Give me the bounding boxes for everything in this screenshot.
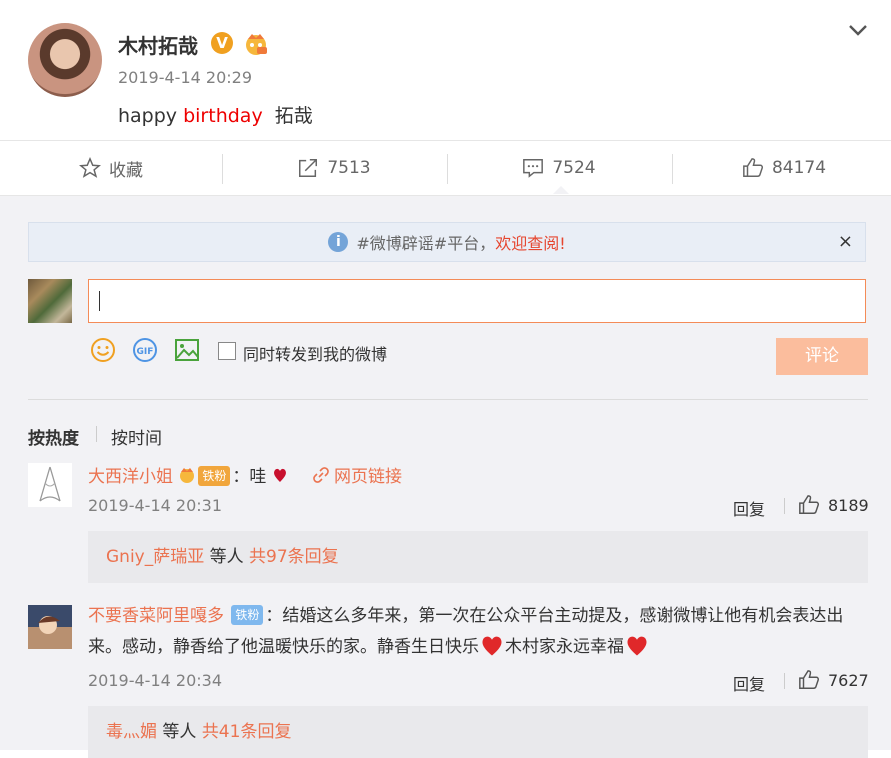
sub-reply-mid: 等人 xyxy=(204,547,250,567)
comment-separator: ： xyxy=(232,467,250,487)
info-icon: i xyxy=(328,232,349,252)
comment-username[interactable]: 大西洋小姐 xyxy=(88,467,173,487)
sort-by-hot-tab[interactable]: 按热度 xyxy=(28,424,79,449)
fan-badge: 铁粉 xyxy=(231,605,264,625)
fan-crown-icon xyxy=(180,468,195,483)
forward-checkbox[interactable] xyxy=(218,342,236,360)
weibo-post: 木村拓哉 V 2019-4-14 20:29 happy birthday 拓哉 xyxy=(0,0,891,140)
comment-caret xyxy=(553,186,569,194)
repost-button[interactable]: 7513 xyxy=(223,141,445,195)
post-action-bar: 收藏 7513 7524 84174 xyxy=(0,140,891,196)
comment-like-count: 8189 xyxy=(828,495,869,515)
comment-like-button[interactable]: 8189 xyxy=(798,494,869,516)
sub-replies-link[interactable]: 毒灬媚 等人 共41条回复 xyxy=(88,706,868,758)
comment-like-count: 7627 xyxy=(828,670,869,690)
sub-reply-user[interactable]: Gniy_萨瑞亚 xyxy=(106,547,204,567)
reply-divider xyxy=(784,498,785,514)
favorite-button[interactable]: 收藏 xyxy=(0,141,222,195)
gif-icon[interactable]: GIF xyxy=(132,337,158,363)
verified-badge-icon: V xyxy=(211,32,233,54)
heart-icon xyxy=(273,468,286,482)
author-avatar[interactable] xyxy=(28,23,102,97)
comment-count: 7524 xyxy=(552,158,596,178)
post-time: 2019-4-14 20:29 xyxy=(118,68,252,87)
comment-body: 不要香菜阿里嘎多 铁粉 ：结婚这么多年来，第一次在公众平台主动提及，感谢微博让他有… xyxy=(88,601,863,663)
section-divider xyxy=(28,399,868,400)
like-button[interactable]: 84174 xyxy=(673,141,891,195)
notice-text: #微博辟谣#平台， xyxy=(356,234,496,253)
heart-icon xyxy=(627,636,647,656)
post-text-highlight: birthday xyxy=(183,105,263,127)
repost-count: 7513 xyxy=(327,158,371,178)
sub-reply-user[interactable]: 毒灬媚 xyxy=(106,722,157,742)
favorite-label: 收藏 xyxy=(109,160,143,181)
emoji-icon[interactable] xyxy=(90,337,116,363)
post-text-prefix: happy xyxy=(118,105,184,127)
forward-label: 同时转发到我的微博 xyxy=(243,345,388,364)
rumor-notice-banner: i #微博辟谣#平台， 欢迎查阅! × xyxy=(28,222,866,262)
sub-reply-count[interactable]: 共41条回复 xyxy=(202,722,292,742)
thumbs-up-icon xyxy=(799,670,820,689)
comment-avatar[interactable] xyxy=(28,463,72,507)
fan-badge: 铁粉 xyxy=(198,466,231,486)
repost-icon xyxy=(299,159,318,177)
reply-button[interactable]: 回复 xyxy=(733,496,765,520)
post-text: happy birthday 拓哉 xyxy=(118,101,313,128)
comment-icon xyxy=(523,159,544,178)
author-name[interactable]: 木村拓哉 xyxy=(118,30,198,59)
heart-icon xyxy=(482,636,502,656)
star-icon xyxy=(79,157,101,178)
sub-replies-link[interactable]: Gniy_萨瑞亚 等人 共97条回复 xyxy=(88,531,868,583)
svg-text:GIF: GIF xyxy=(137,347,154,357)
comment-text-2: 木村家永远幸福 xyxy=(505,637,624,657)
sort-by-time-tab[interactable]: 按时间 xyxy=(111,424,162,449)
fan-crown-icon xyxy=(246,34,267,55)
reply-divider xyxy=(784,673,785,689)
like-count: 84174 xyxy=(771,158,827,178)
thumbs-up-icon xyxy=(743,158,763,177)
link-icon xyxy=(312,467,329,483)
close-icon[interactable]: × xyxy=(838,231,853,252)
comment-time: 2019-4-14 20:31 xyxy=(88,496,222,515)
reply-button[interactable]: 回复 xyxy=(733,671,765,695)
comment-separator: ： xyxy=(265,606,283,626)
comment-avatar[interactable] xyxy=(28,605,72,649)
comment-like-button[interactable]: 7627 xyxy=(798,669,869,691)
submit-comment-button[interactable]: 评论 xyxy=(776,338,868,375)
current-user-avatar xyxy=(28,279,72,323)
sub-reply-count[interactable]: 共97条回复 xyxy=(249,547,339,567)
web-link[interactable]: 网页链接 xyxy=(334,467,402,487)
thumbs-up-icon xyxy=(799,495,820,514)
comment-text: 哇 xyxy=(249,467,267,487)
sort-divider xyxy=(96,426,97,442)
chevron-down-icon[interactable] xyxy=(847,22,869,38)
text-cursor xyxy=(99,291,100,311)
comment-username[interactable]: 不要香菜阿里嘎多 xyxy=(88,606,224,626)
comment-time: 2019-4-14 20:34 xyxy=(88,671,222,690)
image-icon[interactable] xyxy=(174,337,200,363)
sub-reply-mid: 等人 xyxy=(157,722,202,742)
comment-line: 大西洋小姐 铁粉 ：哇 网页链接 xyxy=(88,462,402,487)
comment-input[interactable] xyxy=(88,279,866,323)
notice-link[interactable]: 欢迎查阅! xyxy=(495,230,565,254)
post-text-suffix: 拓哉 xyxy=(262,105,313,127)
